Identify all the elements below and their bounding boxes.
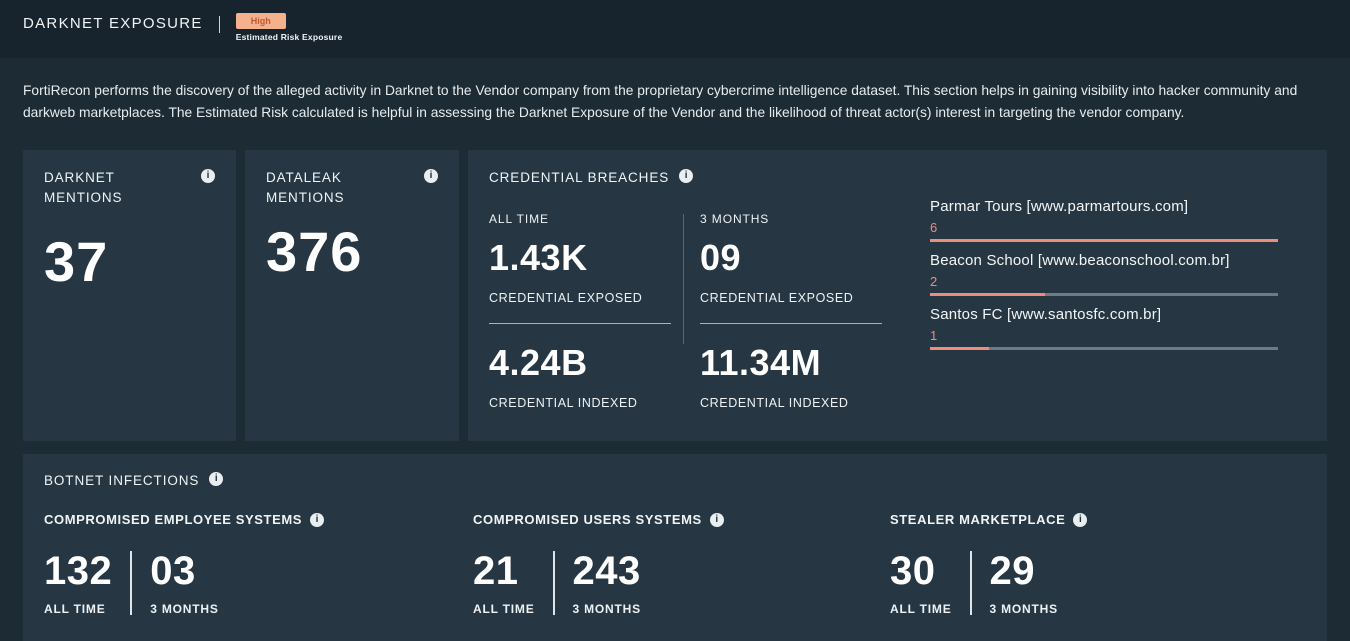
info-icon[interactable] <box>710 513 724 527</box>
section-header: COMPROMISED USERS SYSTEMS <box>473 512 890 527</box>
all-time-indexed-value: 4.24B <box>489 345 671 381</box>
three-months-value: 03 <box>150 551 218 591</box>
darknet-mentions-header: DARKNET MENTIONS <box>44 168 215 209</box>
info-icon[interactable] <box>201 169 215 183</box>
credential-breaches-title: CREDENTIAL BREACHES <box>489 168 669 188</box>
breach-source-value: 1 <box>930 328 1278 343</box>
breach-bar-track <box>930 293 1278 296</box>
dataleak-mentions-title: DATALEAK MENTIONS <box>266 168 391 209</box>
all-time-value: 30 <box>890 551 952 591</box>
breach-bar-fill <box>930 239 1278 242</box>
three-months-exposed-value: 09 <box>700 240 882 276</box>
breach-bar-fill <box>930 293 1045 296</box>
info-icon[interactable] <box>310 513 324 527</box>
three-months-exposed-label: CREDENTIAL EXPOSED <box>700 291 882 305</box>
botnet-infections-title: BOTNET INFECTIONS <box>44 471 199 491</box>
breach-source-item: Parmar Tours [www.parmartours.com] 6 <box>930 198 1278 242</box>
breach-sources-list: Parmar Tours [www.parmartours.com] 6 Bea… <box>930 198 1278 410</box>
breach-bar-fill <box>930 347 989 350</box>
botnet-sections: COMPROMISED EMPLOYEE SYSTEMS 132 ALL TIM… <box>44 512 1306 616</box>
all-time-label: ALL TIME <box>44 602 112 616</box>
all-time-label: ALL TIME <box>489 212 671 226</box>
estimated-risk: High Estimated Risk Exposure <box>236 13 343 42</box>
three-months-value: 243 <box>573 551 641 591</box>
page-header: DARKNET EXPOSURE High Estimated Risk Exp… <box>0 0 1350 58</box>
info-icon[interactable] <box>679 169 693 183</box>
breach-bar-track <box>930 347 1278 350</box>
stats-row: 132 ALL TIME 03 3 MONTHS <box>44 551 473 616</box>
info-icon[interactable] <box>424 169 438 183</box>
breach-source-name: Parmar Tours [www.parmartours.com] <box>930 198 1278 215</box>
stat-divider <box>130 551 132 615</box>
stats-row: 21 ALL TIME 243 3 MONTHS <box>473 551 890 616</box>
breach-source-item: Beacon School [www.beaconschool.com.br] … <box>930 252 1278 296</box>
stat-divider <box>553 551 555 615</box>
botnet-infections-header: BOTNET INFECTIONS <box>44 471 1306 491</box>
info-icon[interactable] <box>1073 513 1087 527</box>
all-time-stat: 132 ALL TIME <box>44 551 112 616</box>
stealer-marketplace-section: STEALER MARKETPLACE 30 ALL TIME 29 3 MON… <box>890 512 1306 616</box>
breach-source-name: Beacon School [www.beaconschool.com.br] <box>930 252 1278 269</box>
credential-all-time-column: ALL TIME 1.43K CREDENTIAL EXPOSED 4.24B … <box>489 188 671 410</box>
all-time-indexed-label: CREDENTIAL INDEXED <box>489 396 671 410</box>
all-time-exposed-value: 1.43K <box>489 240 671 276</box>
three-months-stat: 243 3 MONTHS <box>573 551 641 616</box>
credential-breaches-card: CREDENTIAL BREACHES ALL TIME 1.43K CREDE… <box>468 150 1327 441</box>
page-title: DARKNET EXPOSURE <box>23 13 203 32</box>
darknet-mentions-value: 37 <box>44 234 215 290</box>
compromised-users-systems-section: COMPROMISED USERS SYSTEMS 21 ALL TIME 24… <box>473 512 890 616</box>
horizontal-divider <box>489 323 671 324</box>
dataleak-mentions-header: DATALEAK MENTIONS <box>266 168 438 209</box>
breach-source-name: Santos FC [www.santosfc.com.br] <box>930 306 1278 323</box>
vertical-divider <box>683 214 684 344</box>
breach-source-value: 6 <box>930 220 1278 235</box>
breach-source-item: Santos FC [www.santosfc.com.br] 1 <box>930 306 1278 350</box>
three-months-indexed-value: 11.34M <box>700 345 882 381</box>
three-months-label: 3 MONTHS <box>573 602 641 616</box>
section-header: COMPROMISED EMPLOYEE SYSTEMS <box>44 512 473 527</box>
compromised-employee-systems-section: COMPROMISED EMPLOYEE SYSTEMS 132 ALL TIM… <box>44 512 473 616</box>
credential-breaches-header: CREDENTIAL BREACHES <box>489 168 1306 188</box>
title-divider <box>219 16 220 33</box>
section-title: COMPROMISED USERS SYSTEMS <box>473 512 702 527</box>
three-months-label: 3 MONTHS <box>150 602 218 616</box>
all-time-value: 132 <box>44 551 112 591</box>
info-icon[interactable] <box>209 472 223 486</box>
section-description: FortiRecon performs the discovery of the… <box>23 80 1315 125</box>
section-title: COMPROMISED EMPLOYEE SYSTEMS <box>44 512 302 527</box>
summary-cards-row: DARKNET MENTIONS 37 DATALEAK MENTIONS 37… <box>23 150 1327 441</box>
horizontal-divider <box>700 323 882 324</box>
breach-bar-track <box>930 239 1278 242</box>
all-time-stat: 30 ALL TIME <box>890 551 952 616</box>
three-months-stat: 03 3 MONTHS <box>150 551 218 616</box>
dataleak-mentions-value: 376 <box>266 224 438 280</box>
dataleak-mentions-card: DATALEAK MENTIONS 376 <box>245 150 459 441</box>
section-title: STEALER MARKETPLACE <box>890 512 1065 527</box>
three-months-stat: 29 3 MONTHS <box>990 551 1058 616</box>
all-time-label: ALL TIME <box>473 602 535 616</box>
risk-badge-caption: Estimated Risk Exposure <box>236 32 343 42</box>
stats-row: 30 ALL TIME 29 3 MONTHS <box>890 551 1306 616</box>
credential-three-months-column: 3 MONTHS 09 CREDENTIAL EXPOSED 11.34M CR… <box>700 188 882 410</box>
botnet-infections-card: BOTNET INFECTIONS COMPROMISED EMPLOYEE S… <box>23 454 1327 641</box>
breach-source-value: 2 <box>930 274 1278 289</box>
three-months-value: 29 <box>990 551 1058 591</box>
three-months-indexed-label: CREDENTIAL INDEXED <box>700 396 882 410</box>
all-time-value: 21 <box>473 551 535 591</box>
darknet-mentions-card: DARKNET MENTIONS 37 <box>23 150 236 441</box>
all-time-label: ALL TIME <box>890 602 952 616</box>
risk-badge: High <box>236 13 286 29</box>
three-months-label: 3 MONTHS <box>990 602 1058 616</box>
stat-divider <box>970 551 972 615</box>
darknet-mentions-title: DARKNET MENTIONS <box>44 168 191 209</box>
all-time-exposed-label: CREDENTIAL EXPOSED <box>489 291 671 305</box>
all-time-stat: 21 ALL TIME <box>473 551 535 616</box>
section-header: STEALER MARKETPLACE <box>890 512 1306 527</box>
three-months-label: 3 MONTHS <box>700 212 882 226</box>
credential-breaches-body: ALL TIME 1.43K CREDENTIAL EXPOSED 4.24B … <box>489 188 1306 410</box>
